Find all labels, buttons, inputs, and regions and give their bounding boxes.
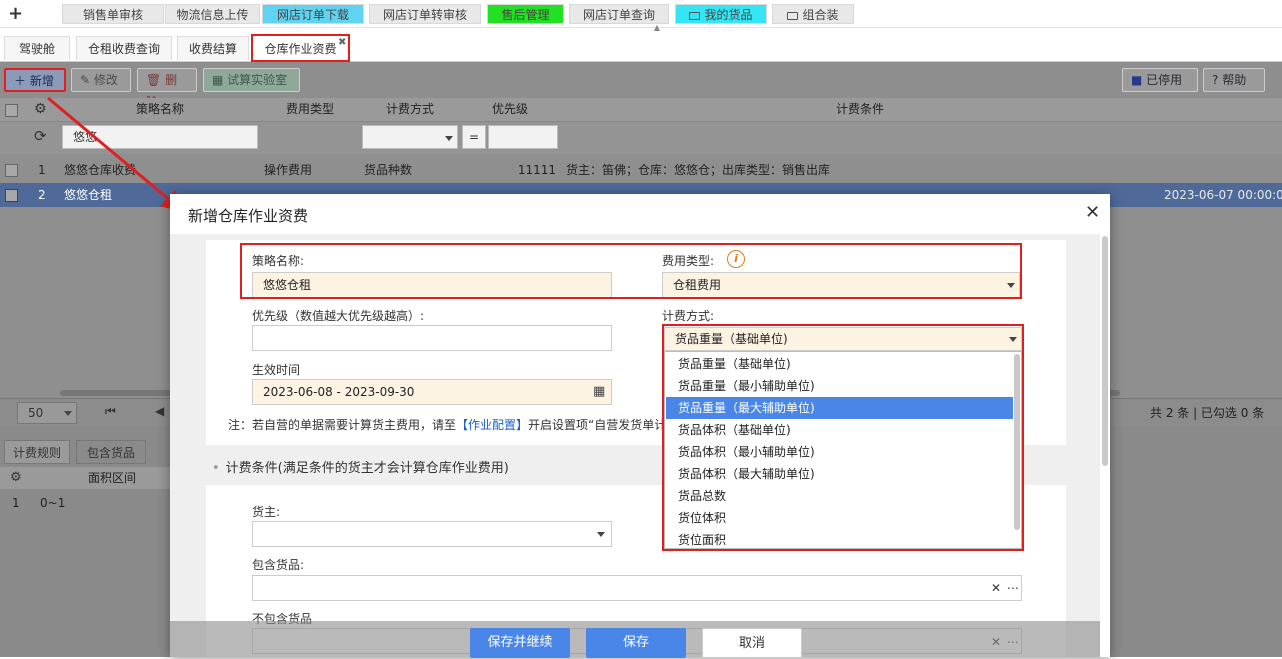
include-goods-input[interactable] <box>252 575 1022 601</box>
priority-label: 优先级（数值越大优先级越高）: <box>252 309 425 323</box>
config-link[interactable]: 【作业配置】 <box>456 418 528 432</box>
condition-section-title: • 计费条件(满足条件的货主才会计算仓库作业费用) <box>212 457 509 476</box>
dialog-title: 新增仓库作业资费 <box>188 207 309 225</box>
highlight-box <box>662 324 1024 551</box>
close-icon[interactable]: ✕ <box>1085 202 1100 223</box>
priority-input[interactable] <box>252 325 612 351</box>
effective-date-input[interactable]: 2023-06-08 - 2023-09-30 ▦ <box>252 379 612 405</box>
note-suffix: 开启设置项“自营发货单计 <box>528 418 666 432</box>
chevron-down-icon <box>597 532 605 537</box>
save-continue-button[interactable]: 保存并继续 <box>470 628 570 658</box>
bullet-icon: • <box>212 461 220 476</box>
note-prefix: 注：若自营的单据需要计算货主费用，请至 <box>228 418 457 432</box>
config-note: 注：若自营的单据需要计算货主费用，请至【作业配置】开启设置项“自营发货单计 <box>228 416 666 433</box>
dialog-scrollbar[interactable] <box>1102 236 1108 466</box>
highlight-box <box>240 243 1022 299</box>
owner-label: 货主: <box>252 505 281 519</box>
cancel-button[interactable]: 取消 <box>702 628 802 658</box>
effective-date-value: 2023-06-08 - 2023-09-30 <box>263 385 415 399</box>
date-label: 生效时间 <box>252 363 301 377</box>
method-label: 计费方式: <box>662 309 715 323</box>
include-label: 包含货品: <box>252 558 305 572</box>
calendar-icon[interactable]: ▦ <box>593 380 605 404</box>
owner-select[interactable] <box>252 521 612 547</box>
section-title-text: 计费条件(满足条件的货主才会计算仓库作业费用) <box>225 461 509 476</box>
clear-ellipsis-icon[interactable]: ✕ ⋯ <box>991 581 1020 595</box>
save-button[interactable]: 保存 <box>586 628 686 658</box>
